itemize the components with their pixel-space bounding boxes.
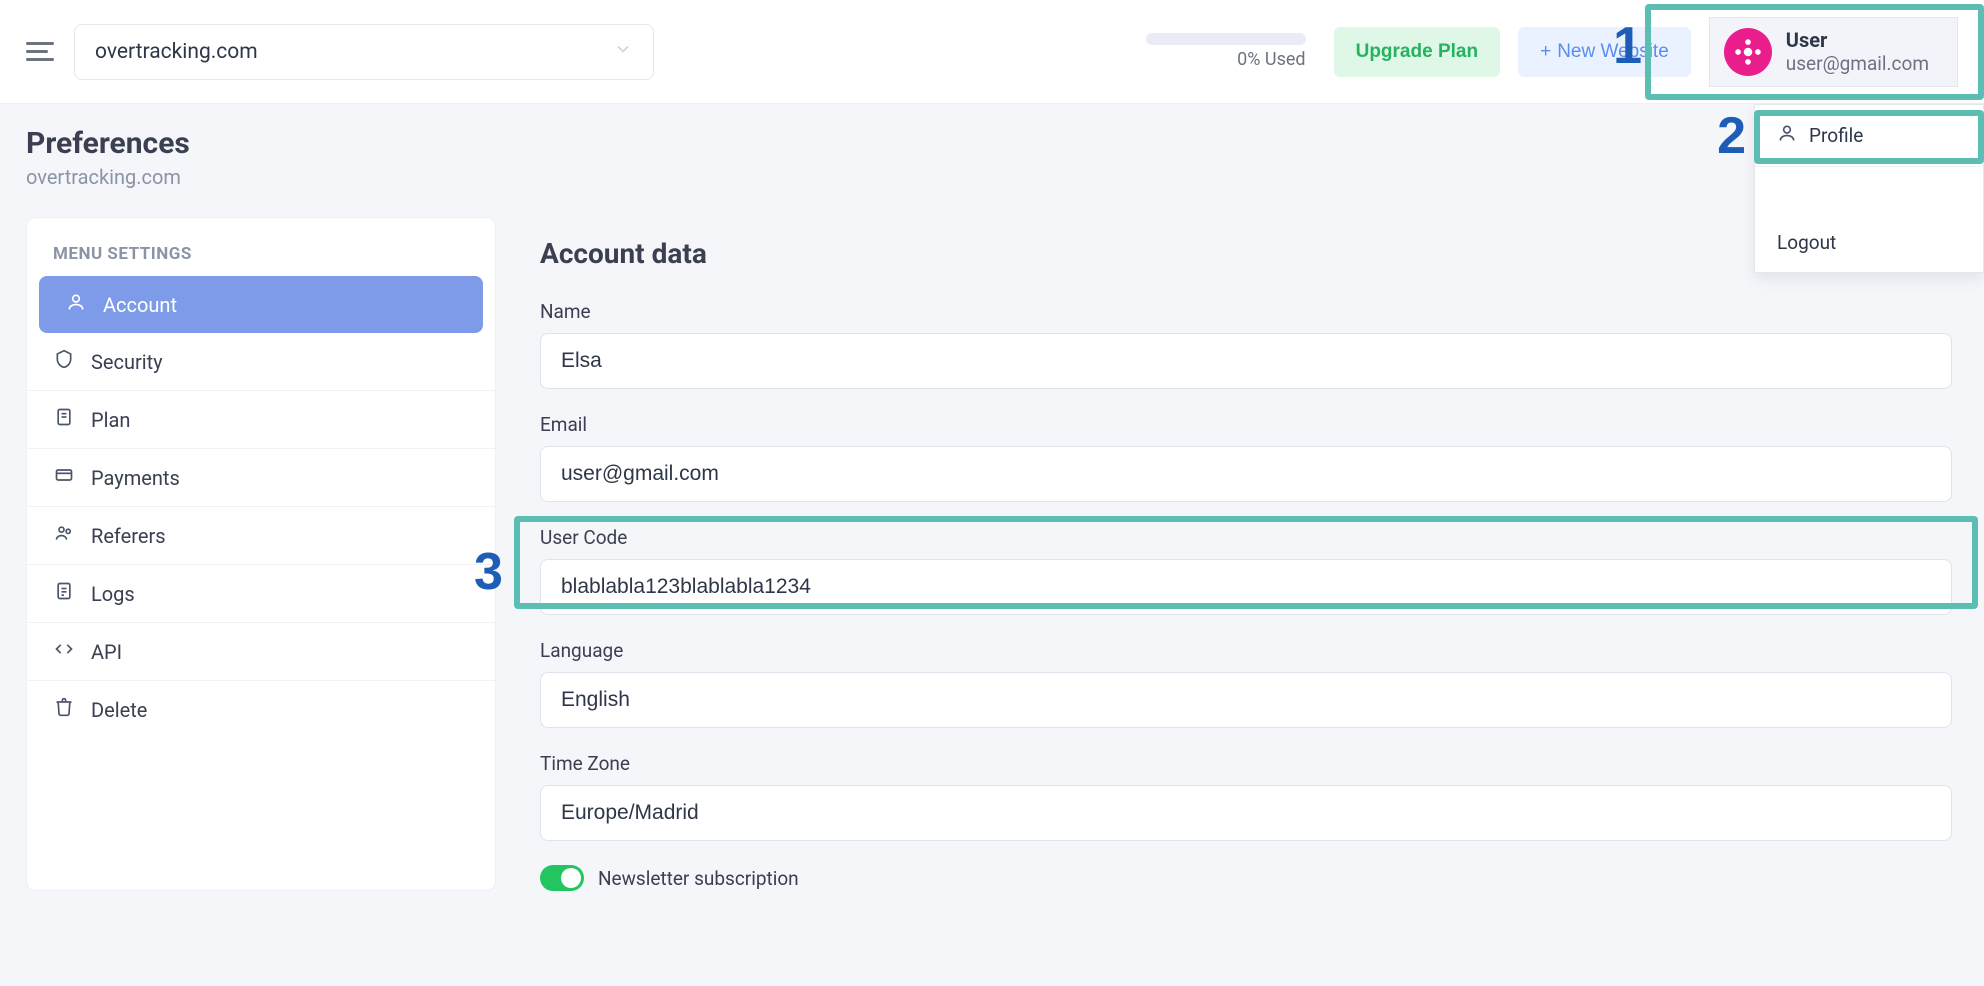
upgrade-plan-button[interactable]: Upgrade Plan: [1334, 27, 1500, 77]
sidebar-item-label: Delete: [91, 698, 147, 722]
site-selector[interactable]: overtracking.com: [74, 24, 654, 80]
sidebar-item-label: Referers: [91, 524, 166, 548]
sidebar-item-label: Payments: [91, 466, 180, 490]
settings-sidebar: MENU SETTINGS Account Security Plan Paym…: [26, 217, 496, 891]
page-subtitle: overtracking.com: [26, 165, 1958, 189]
usage-bar: [1146, 33, 1306, 45]
sidebar-item-account[interactable]: Account: [39, 276, 483, 333]
file-icon: [53, 407, 75, 432]
hamburger-menu-icon[interactable]: [26, 37, 56, 67]
user-menu-trigger[interactable]: User user@gmail.com: [1709, 17, 1958, 87]
credit-card-icon: [53, 465, 75, 490]
user-meta: User user@gmail.com: [1786, 28, 1929, 75]
dropdown-profile[interactable]: Profile: [1755, 105, 1983, 167]
user-dropdown: Profile Logout: [1754, 104, 1984, 273]
plus-icon: +: [1540, 41, 1551, 63]
sidebar-item-label: Logs: [91, 582, 135, 606]
dropdown-gap: [1755, 167, 1983, 213]
usercode-label: User Code: [540, 526, 1952, 549]
sidebar-item-logs[interactable]: Logs: [27, 565, 495, 623]
sidebar-item-label: Account: [103, 293, 177, 317]
timezone-input[interactable]: [540, 785, 1952, 841]
email-input[interactable]: [540, 446, 1952, 502]
language-input[interactable]: [540, 672, 1952, 728]
avatar: [1724, 28, 1772, 76]
sidebar-item-api[interactable]: API: [27, 623, 495, 681]
trash-icon: [53, 697, 75, 722]
users-icon: [53, 523, 75, 548]
usercode-input[interactable]: [540, 559, 1952, 615]
field-usercode: User Code: [534, 526, 1958, 615]
usage-text: 0% Used: [1237, 49, 1305, 70]
user-name: User: [1786, 28, 1929, 52]
field-name: Name: [534, 300, 1958, 389]
dropdown-logout[interactable]: Logout: [1755, 213, 1983, 272]
dropdown-logout-label: Logout: [1777, 231, 1836, 254]
field-language: Language: [534, 639, 1958, 728]
sidebar-item-label: Security: [91, 350, 163, 374]
sidebar-item-security[interactable]: Security: [27, 333, 495, 391]
document-icon: [53, 581, 75, 606]
field-timezone: Time Zone: [534, 752, 1958, 841]
name-input[interactable]: [540, 333, 1952, 389]
new-website-label: New Website: [1557, 41, 1669, 63]
sidebar-item-referers[interactable]: Referers: [27, 507, 495, 565]
page-title: Preferences: [26, 126, 1958, 161]
shield-icon: [53, 349, 75, 374]
timezone-label: Time Zone: [540, 752, 1952, 775]
site-selector-value: overtracking.com: [95, 40, 258, 64]
code-icon: [53, 639, 75, 664]
user-email: user@gmail.com: [1786, 52, 1929, 75]
field-email: Email: [534, 413, 1958, 502]
language-label: Language: [540, 639, 1952, 662]
new-website-button[interactable]: + New Website: [1518, 27, 1691, 77]
account-form: Account data Name Email User Code Langua…: [534, 217, 1958, 891]
sidebar-item-label: Plan: [91, 408, 130, 432]
newsletter-label: Newsletter subscription: [598, 867, 799, 890]
email-label: Email: [540, 413, 1952, 436]
sidebar-item-label: API: [91, 640, 122, 664]
content: MENU SETTINGS Account Security Plan Paym…: [0, 217, 1984, 891]
usage-indicator: 0% Used: [1146, 33, 1306, 70]
name-label: Name: [540, 300, 1952, 323]
sidebar-item-plan[interactable]: Plan: [27, 391, 495, 449]
newsletter-toggle[interactable]: [540, 865, 584, 891]
newsletter-row: Newsletter subscription: [534, 865, 1958, 891]
dropdown-profile-label: Profile: [1809, 124, 1863, 147]
sidebar-header: MENU SETTINGS: [27, 244, 495, 276]
sidebar-item-payments[interactable]: Payments: [27, 449, 495, 507]
sidebar-item-delete[interactable]: Delete: [27, 681, 495, 738]
page-header: Preferences overtracking.com: [0, 104, 1984, 217]
user-icon: [65, 292, 87, 317]
user-icon: [1777, 123, 1795, 148]
chevron-down-icon: [613, 39, 633, 65]
form-heading: Account data: [540, 237, 1958, 270]
topbar: overtracking.com 0% Used Upgrade Plan + …: [0, 0, 1984, 104]
